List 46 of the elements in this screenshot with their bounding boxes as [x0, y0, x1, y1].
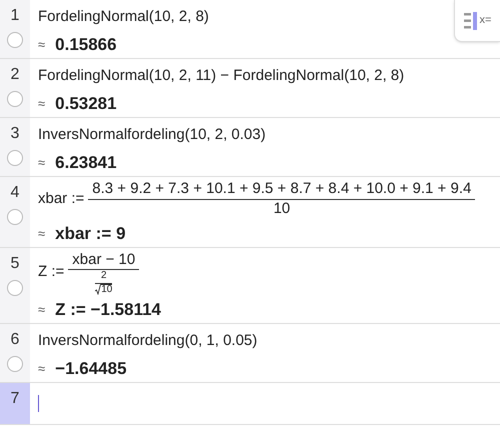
output-value: xbar := 9: [55, 222, 126, 244]
row-number: 5: [10, 256, 20, 272]
row-number: 2: [10, 67, 20, 83]
row-number: 7: [10, 390, 20, 407]
row-number: 6: [10, 332, 20, 348]
output-value: 0.15866: [55, 34, 117, 56]
view-toggle-button[interactable]: x=: [454, 0, 500, 42]
output-value: Z := −1.58114: [55, 298, 162, 321]
output-value: −1.64485: [55, 358, 127, 380]
row-number: 4: [10, 185, 20, 201]
output-value: 6.23841: [55, 152, 117, 174]
approx-sign: ≈: [38, 360, 46, 378]
numerator: 2: [100, 270, 108, 283]
row-header[interactable]: 7: [0, 382, 30, 424]
row-header[interactable]: 3: [0, 118, 30, 176]
numerator: 8.3 + 9.2 + 7.3 + 10.1 + 9.5 + 8.7 + 8.4 + 10.0 + 9.1 + 9.4: [91, 180, 472, 199]
visibility-toggle[interactable]: [7, 280, 23, 296]
row-header[interactable]: 5: [0, 248, 30, 323]
row-header[interactable]: 2: [0, 59, 30, 117]
input-expression: InversNormalfordeling(10, 2, 0.03): [38, 125, 266, 145]
input-label: Z :=: [38, 262, 64, 282]
row-number: 3: [10, 126, 20, 142]
row-number: 1: [10, 8, 20, 24]
numerator: xbar − 10: [71, 250, 136, 270]
row-header[interactable]: 4: [0, 177, 30, 246]
list-icon: [464, 10, 478, 30]
visibility-toggle[interactable]: [7, 91, 23, 107]
approx-sign: ≈: [38, 224, 46, 242]
visibility-toggle[interactable]: [7, 150, 23, 166]
input-expression: FordelingNormal(10, 2, 11) − FordelingNormal(10, 2, 8): [38, 66, 404, 86]
input-expression: FordelingNormal(10, 2, 8): [38, 7, 209, 27]
row-header[interactable]: 6: [0, 324, 30, 382]
denominator: 10: [273, 200, 290, 218]
text-cursor: [38, 394, 39, 412]
output-value: 0.53281: [55, 93, 117, 115]
visibility-toggle[interactable]: [7, 209, 23, 225]
square-root: 10: [95, 284, 112, 295]
approx-sign: ≈: [38, 300, 46, 319]
approx-sign: ≈: [38, 154, 46, 172]
row-header[interactable]: 1: [0, 0, 30, 58]
input-expression: InversNormalfordeling(0, 1, 0.05): [38, 330, 258, 351]
approx-sign: ≈: [38, 95, 46, 113]
visibility-toggle[interactable]: [7, 356, 23, 372]
approx-sign: ≈: [38, 36, 46, 54]
input-label: xbar :=: [38, 189, 84, 209]
visibility-toggle[interactable]: [7, 32, 23, 48]
